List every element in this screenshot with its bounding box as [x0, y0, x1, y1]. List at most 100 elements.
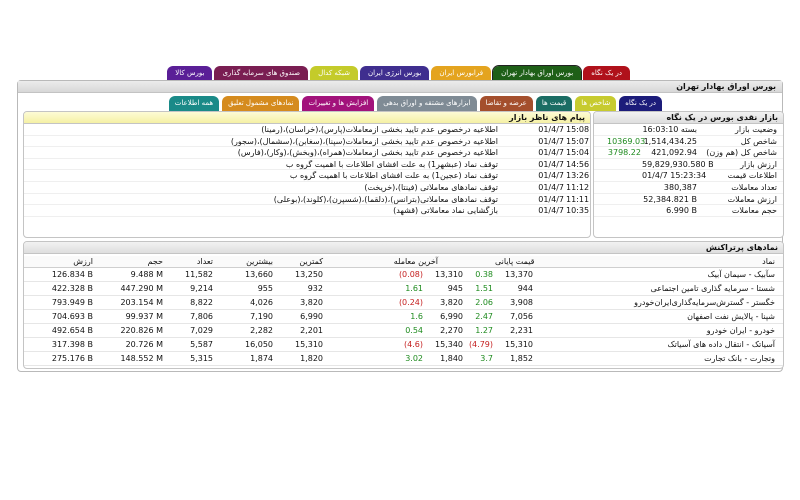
trade-symbol: سآبیک - سیمان آبیک — [707, 270, 775, 279]
sub-tab-1[interactable]: شاخص ها — [575, 96, 617, 111]
trade-low: 2,201 — [300, 326, 323, 335]
trade-symbol: وتجارت - بانک تجارت — [704, 354, 775, 363]
market-row: ارزش بازار 59,829,930.580 B — [594, 159, 783, 171]
trade-count: 9,214 — [190, 284, 213, 293]
sub-tab-7[interactable]: همه اطلاعات — [168, 96, 220, 111]
message-text: توقف نمادهای معاملاتی(بترانس)،(دلقما)،(ش… — [273, 194, 498, 204]
trade-volume: 148.552 M — [120, 354, 163, 363]
messages-panel: پیام های ناظر بازار 15:08 01/4/7 اطلاعیه د… — [23, 111, 591, 238]
trade-close-change: 3.7 — [480, 354, 493, 363]
trade-close: 1,852 — [510, 354, 533, 363]
trade-last-change: (0.24) — [398, 298, 423, 307]
message-time: 14:56 — [566, 159, 590, 169]
market-label: اطلاعات قیمت — [727, 171, 777, 181]
message-text: اطلاعیه درخصوص عدم تایید بخشی ازمعاملات(… — [237, 148, 498, 158]
trade-close-change: 2.47 — [475, 312, 493, 321]
trades-panel-title: نمادهای پرتراکنش — [24, 242, 783, 254]
trade-close-change: 0.38 — [475, 270, 493, 279]
message-date: 01/4/7 — [538, 182, 564, 192]
close-header: قیمت پایانی — [495, 257, 535, 266]
trade-close-change: 2.06 — [475, 298, 493, 307]
market-extra: 3798.22 — [607, 148, 641, 158]
message-time: 11:11 — [566, 194, 590, 204]
trade-row: وتجارت - بانک تجارت 1,852 3.7 1,840 3.02 1,82… — [24, 352, 783, 366]
trade-high: 955 — [257, 284, 273, 293]
trades-body: سآبیک - سیمان آبیک 13,370 0.38 13,310 (0.08)… — [24, 268, 783, 366]
trade-close-change: 1.51 — [475, 284, 493, 293]
market-label: حجم معاملات — [731, 206, 777, 216]
trade-high: 2,282 — [250, 326, 273, 335]
trade-row: خگستر - گسترش‌سرمایه‌گذاری‌ایران‌خودرو 3,… — [24, 296, 783, 310]
trade-count: 7,806 — [190, 312, 213, 321]
trade-close: 15,310 — [505, 340, 533, 349]
market-value: 59,829,930.580 B — [642, 159, 714, 169]
trade-last-change: 1.6 — [410, 312, 423, 321]
trade-last-change: (4.6) — [404, 340, 423, 349]
message-text: توقف نمادهای معاملاتی (فینتا)،(خریخت) — [364, 182, 498, 192]
top-tab-5[interactable]: صندوق های سرمایه گذاری — [214, 66, 309, 80]
value-header: ارزش — [73, 257, 93, 266]
message-time: 13:26 — [566, 171, 590, 181]
trade-count: 5,587 — [190, 340, 213, 349]
top-tab-6[interactable]: بورس کالا — [167, 66, 213, 80]
sub-tab-0[interactable]: در یک نگاه — [619, 96, 662, 111]
message-date: 01/4/7 — [538, 171, 564, 181]
trade-high: 7,190 — [250, 312, 273, 321]
sub-tab-2[interactable]: قیمت ها — [535, 96, 573, 111]
trade-last-change: (0.08) — [398, 270, 423, 279]
trade-high: 13,660 — [245, 270, 273, 279]
trade-low: 15,310 — [295, 340, 323, 349]
sub-tab-3[interactable]: عرضه و تقاضا — [479, 96, 533, 111]
trade-value: 793.949 B — [51, 298, 93, 307]
top-tab-2[interactable]: فرابورس ایران — [431, 66, 492, 80]
trade-volume: 99.937 M — [125, 312, 163, 321]
message-date: 01/4/7 — [538, 148, 564, 158]
trade-count: 5,315 — [190, 354, 213, 363]
message-date: 01/4/7 — [538, 206, 564, 216]
message-row: 11:11 01/4/7 توقف نمادهای معاملاتی(بترانس)… — [24, 194, 590, 206]
trade-row: شستا - سرمایه گذاری تامین اجتماعی 944 1.51… — [24, 282, 783, 296]
market-row: حجم معاملات 6.990 B — [594, 205, 783, 217]
trade-last-change: 1.61 — [405, 284, 423, 293]
trade-row: شپنا - پالایش نفت اصفهان 7,056 2.47 6,990 1.… — [24, 310, 783, 324]
count-header: تعداد — [196, 257, 213, 266]
top-tab-1[interactable]: بورس اوراق بهادار تهران — [492, 65, 583, 81]
low-header: کمترین — [299, 257, 323, 266]
top-tab-0[interactable]: در یک نگاه — [583, 66, 630, 80]
message-row: 13:26 01/4/7 توقف نماد (عجین1) به علت افشا… — [24, 170, 590, 182]
main-frame: بورس اوراق بهادار تهران در یک نگاه شاخص ه… — [17, 80, 784, 372]
market-row: شاخص کل 1,514,434.25 10369.03 — [594, 136, 783, 148]
market-row: شاخص کل (هم وزن) 421,092.94 3798.22 — [594, 147, 783, 159]
sub-tab-6[interactable]: نمادهای مشمول تعلیق — [222, 96, 300, 111]
market-row: ارزش معاملات 52,384.821 B — [594, 194, 783, 206]
trade-last: 6,990 — [440, 312, 463, 321]
page-title: بورس اوراق بهادار تهران — [676, 82, 776, 91]
trade-close: 944 — [517, 284, 533, 293]
market-panel: بازار نقدی بورس در یک نگاه وضعیت بازار بس… — [593, 111, 784, 238]
message-text: توقف نماد (عبشهر1) به علت افشای اطلاعات … — [285, 159, 498, 169]
trade-close: 2,231 — [510, 326, 533, 335]
volume-header: حجم — [147, 257, 163, 266]
message-row: 15:04 01/4/7 اطلاعیه درخصوص عدم تایید بخشی… — [24, 147, 590, 159]
message-time: 15:08 — [566, 125, 590, 134]
market-label: ارزش معاملات — [727, 194, 777, 204]
messages-panel-body: 15:08 01/4/7 اطلاعیه درخصوص عدم تایید بخشی… — [24, 124, 590, 217]
trade-count: 8,822 — [190, 298, 213, 307]
message-time: 15:04 — [566, 148, 590, 158]
trade-volume: 447.290 M — [120, 284, 163, 293]
trade-last-change: 3.02 — [405, 354, 423, 363]
last-header: آخرین معامله — [393, 257, 438, 266]
trade-row: سآبیک - سیمان آبیک 13,370 0.38 13,310 (0.08)… — [24, 268, 783, 282]
top-tab-4[interactable]: شبکه کدال — [310, 66, 358, 80]
sub-tab-5[interactable]: افزایش ها و تغییرات — [302, 96, 375, 111]
trade-close: 13,370 — [505, 270, 533, 279]
sub-tab-4[interactable]: ابزارهای مشتقه و اوراق بدهی — [377, 96, 477, 111]
message-time: 15:07 — [566, 136, 590, 146]
trade-volume: 9.488 M — [130, 270, 163, 279]
top-tab-3[interactable]: بورس انرژی ایران — [359, 66, 430, 80]
trade-value: 126.834 B — [51, 270, 93, 279]
market-extra: 10369.03 — [607, 136, 646, 146]
market-value: 380,387 — [663, 182, 697, 192]
trade-last: 2,270 — [440, 326, 463, 335]
trade-symbol: خگستر - گسترش‌سرمایه‌گذاری‌ایران‌خودرو — [634, 298, 775, 307]
